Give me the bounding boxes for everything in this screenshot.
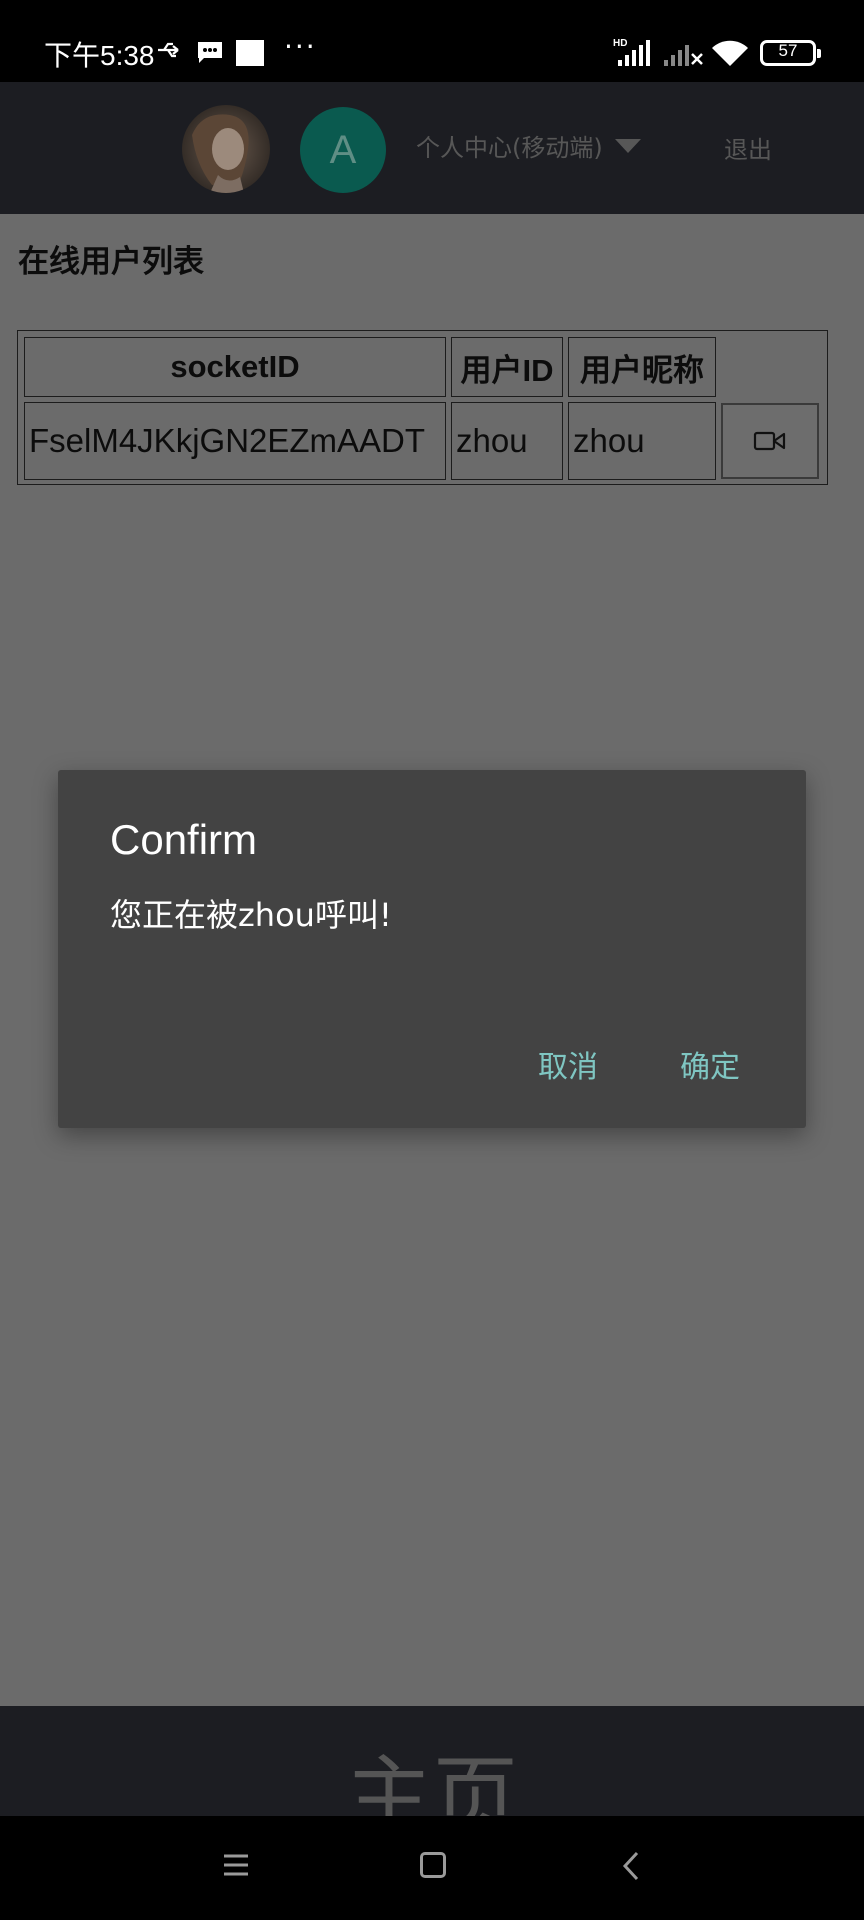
hd-signal-icon: HD — [613, 38, 650, 66]
square-icon — [236, 40, 264, 66]
logout-link[interactable]: 退出 — [724, 130, 772, 165]
app-header: A 个人中心(移动端) 退出 — [0, 82, 864, 214]
message-icon — [198, 42, 222, 63]
table-header-row: socketID 用户ID 用户昵称 — [24, 337, 821, 397]
table-row: FselM4JKkjGN2EZmAADT zhou zhou — [24, 402, 821, 480]
video-call-button[interactable] — [721, 403, 819, 479]
home-tab[interactable]: 主页 — [0, 1726, 864, 1816]
dialog-title: Confirm — [110, 816, 258, 863]
confirm-button[interactable]: 确定 — [680, 1042, 740, 1086]
more-notifications-icon: ··· — [284, 30, 317, 63]
user-center-label: 个人中心(移动端) — [416, 134, 603, 162]
cell-action — [721, 402, 821, 480]
home-icon[interactable] — [420, 1852, 446, 1878]
cell-user-id: zhou — [451, 402, 563, 480]
wifi-icon — [712, 40, 748, 66]
menu-icon[interactable] — [222, 1852, 250, 1878]
back-icon[interactable] — [620, 1850, 642, 1882]
video-camera-icon — [753, 431, 786, 451]
confirm-dialog: Confirm 您正在被zhou呼叫! 取消 确定 — [58, 770, 806, 1128]
online-users-table: socketID 用户ID 用户昵称 FselM4JKkjGN2EZmAADT … — [17, 330, 828, 485]
system-nav-bar — [0, 1816, 864, 1920]
column-header-user-id: 用户ID — [451, 337, 563, 397]
cell-nickname: zhou — [568, 402, 716, 480]
user-center-dropdown[interactable]: 个人中心(移动端) — [416, 128, 641, 163]
cell-socket-id: FselM4JKkjGN2EZmAADT — [24, 402, 446, 480]
column-header-action — [721, 337, 821, 397]
dialog-message: 您正在被zhou呼叫! — [110, 896, 392, 934]
avatar-photo-icon — [182, 105, 270, 193]
page-title: 在线用户列表 — [18, 244, 204, 280]
usb-icon — [158, 42, 179, 58]
footer-bar: 主页 — [0, 1706, 864, 1816]
battery-icon: 57 — [760, 40, 821, 66]
user-avatar-letter[interactable]: A — [300, 107, 386, 193]
chevron-down-icon — [614, 138, 641, 153]
column-header-nickname: 用户昵称 — [568, 337, 716, 397]
battery-level: 57 — [778, 41, 798, 60]
column-header-socket-id: socketID — [24, 337, 446, 397]
avatar[interactable] — [182, 105, 270, 193]
status-bar: 下午5:38 ··· HD 57 — [0, 0, 864, 82]
status-time: 下午5:38 — [44, 40, 155, 71]
signal-icon — [664, 45, 703, 66]
cancel-button[interactable]: 取消 — [538, 1042, 598, 1086]
svg-text:HD: HD — [613, 38, 627, 49]
